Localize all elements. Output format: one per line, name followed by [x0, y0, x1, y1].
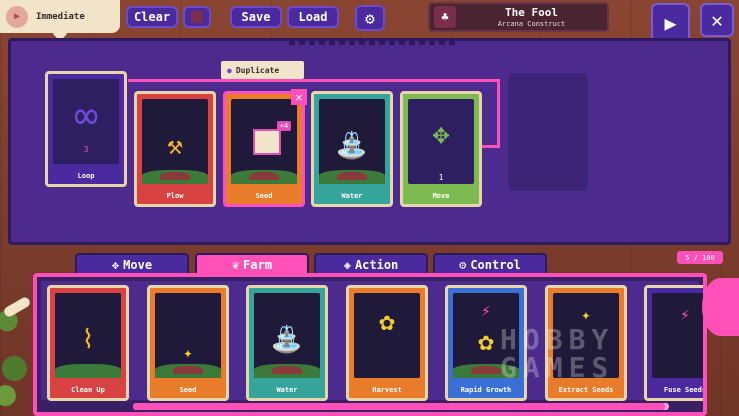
move-art: ✥ 1 — [408, 99, 474, 184]
loop-wire-end — [482, 145, 500, 148]
card-label: Move — [432, 192, 450, 200]
loop-count: 3 — [83, 145, 89, 154]
move-count: 1 — [438, 173, 444, 182]
card-label: Seed — [255, 192, 273, 200]
dirt-mound — [337, 172, 367, 180]
board-trim — [289, 40, 459, 45]
broom-icon: ⌇ — [81, 325, 95, 355]
plow-art: ⚒ — [142, 99, 208, 184]
tab-control[interactable]: ⚙ Control — [433, 253, 547, 274]
dirt-mound — [173, 366, 203, 374]
tab-label: Farm — [243, 257, 273, 272]
loop-wire-right — [497, 79, 500, 147]
card-label: Rapid Growth — [460, 386, 512, 394]
harvest-art: ✿ — [354, 293, 420, 378]
seed-art: ✦ — [155, 293, 221, 378]
character-name: The Fool — [505, 6, 558, 19]
lightning-icon: ⚡ — [481, 301, 491, 320]
grass-decoration — [55, 364, 121, 378]
run-button[interactable]: ▶ — [651, 3, 690, 42]
dirt-mound — [471, 366, 501, 374]
save-button[interactable]: Save — [230, 6, 282, 28]
gear-icon: ⚙ — [365, 8, 375, 28]
card-label: Seed — [179, 386, 197, 394]
character-subtitle: Arcana Construct — [497, 20, 566, 28]
palette-card-seed[interactable]: ✦ Seed — [147, 285, 229, 401]
watering-can-icon: ⛲ — [270, 325, 304, 355]
potion-icon: ● — [227, 65, 232, 75]
card-label: Extract Seeds — [558, 386, 614, 394]
program-card-water[interactable]: ⛲ Water — [311, 91, 393, 207]
sunflower-icon: ✿ — [379, 307, 395, 337]
palette-card-clean-up[interactable]: ⌇ Clean Up — [47, 285, 129, 401]
tab-label: Control — [470, 257, 521, 272]
action-icon: ◈ — [343, 257, 351, 272]
close-icon: ✕ — [295, 90, 303, 104]
remove-card-button[interactable]: ✕ — [291, 89, 307, 105]
play-icon: ▶ — [664, 10, 677, 35]
seed-count-badge: +4 — [277, 121, 291, 131]
jester-portrait-icon: ♣ — [434, 6, 456, 28]
program-card-seed[interactable]: Seed — [223, 91, 305, 207]
palette-card-water[interactable]: ⛲ Water — [246, 285, 328, 401]
water-art: ⛲ — [319, 99, 385, 184]
program-card-move[interactable]: ✥ 1 Move — [400, 91, 482, 207]
play-speed-icon: ▶ — [6, 5, 28, 28]
watermark: HOBBY GAMES — [500, 323, 615, 384]
empty-card-slot[interactable] — [508, 73, 588, 191]
dirt-mound — [272, 366, 302, 374]
program-card-loop[interactable]: ∞ 3 Loop — [45, 71, 127, 187]
close-button[interactable]: ✕ — [700, 3, 734, 37]
card-label: Clean Up — [71, 386, 105, 394]
close-icon: ✕ — [710, 8, 724, 32]
card-counter: 5 / 100 — [677, 251, 723, 264]
dirt-mound — [249, 172, 279, 180]
seed-art — [231, 99, 297, 184]
arrows-icon: ✥ — [432, 117, 450, 150]
infinity-icon: ∞ — [73, 93, 99, 139]
tab-move[interactable]: ✥ Move — [75, 253, 189, 274]
shovel-icon: ⚒ — [167, 131, 183, 161]
card-label: Water — [341, 192, 363, 200]
duplicate-tooltip[interactable]: ● Duplicate — [221, 61, 304, 79]
clear-button[interactable]: Clear — [126, 6, 178, 28]
top-bar: ▶ Immediate Clear Save Load ⚙ ♣ The Fool… — [0, 0, 739, 42]
character-panel: ♣ The Fool Arcana Construct — [428, 2, 609, 32]
speed-selector[interactable]: ▶ Immediate — [0, 0, 120, 42]
sparkle-icon: ✦ — [581, 305, 591, 324]
watering-can-icon: ⛲ — [335, 131, 369, 161]
card-label: Water — [276, 386, 298, 394]
tab-label: Move — [123, 257, 153, 272]
farm-icon: ❦ — [231, 257, 240, 272]
tab-action[interactable]: ◈ Action — [314, 253, 428, 274]
card-label: Harvest — [372, 386, 402, 394]
card-label: Fuse Seeds — [663, 386, 707, 394]
scrollbar-thumb[interactable] — [133, 403, 665, 410]
sparkle-seeds-icon: ✦ — [183, 343, 193, 362]
dirt-mound — [160, 172, 190, 180]
loop-art: ∞ 3 — [53, 79, 119, 164]
water-art: ⛲ — [254, 293, 320, 378]
tooltip-label: Duplicate — [235, 65, 280, 75]
move-arrows-icon: ✥ — [111, 257, 120, 272]
lightning-icon: ⚡ — [680, 305, 690, 324]
card-label: Loop — [77, 172, 95, 180]
settings-button[interactable]: ⚙ — [355, 5, 385, 31]
seed-bag-icon — [253, 129, 281, 155]
trash-button[interactable] — [183, 6, 211, 28]
trash-icon — [191, 11, 203, 23]
card-label: Plow — [166, 192, 184, 200]
load-button[interactable]: Load — [287, 6, 339, 28]
tab-farm[interactable]: ❦ Farm — [195, 253, 309, 274]
tab-label: Action — [354, 257, 399, 272]
speed-label: Immediate — [36, 11, 85, 22]
loop-wire-top — [128, 79, 500, 82]
palette-scrollbar[interactable] — [133, 403, 669, 410]
clean-up-art: ⌇ — [55, 293, 121, 378]
palette-card-harvest[interactable]: ✿ Harvest — [346, 285, 428, 401]
program-card-plow[interactable]: ⚒ Plow — [134, 91, 216, 207]
gear-icon: ⚙ — [459, 257, 467, 272]
